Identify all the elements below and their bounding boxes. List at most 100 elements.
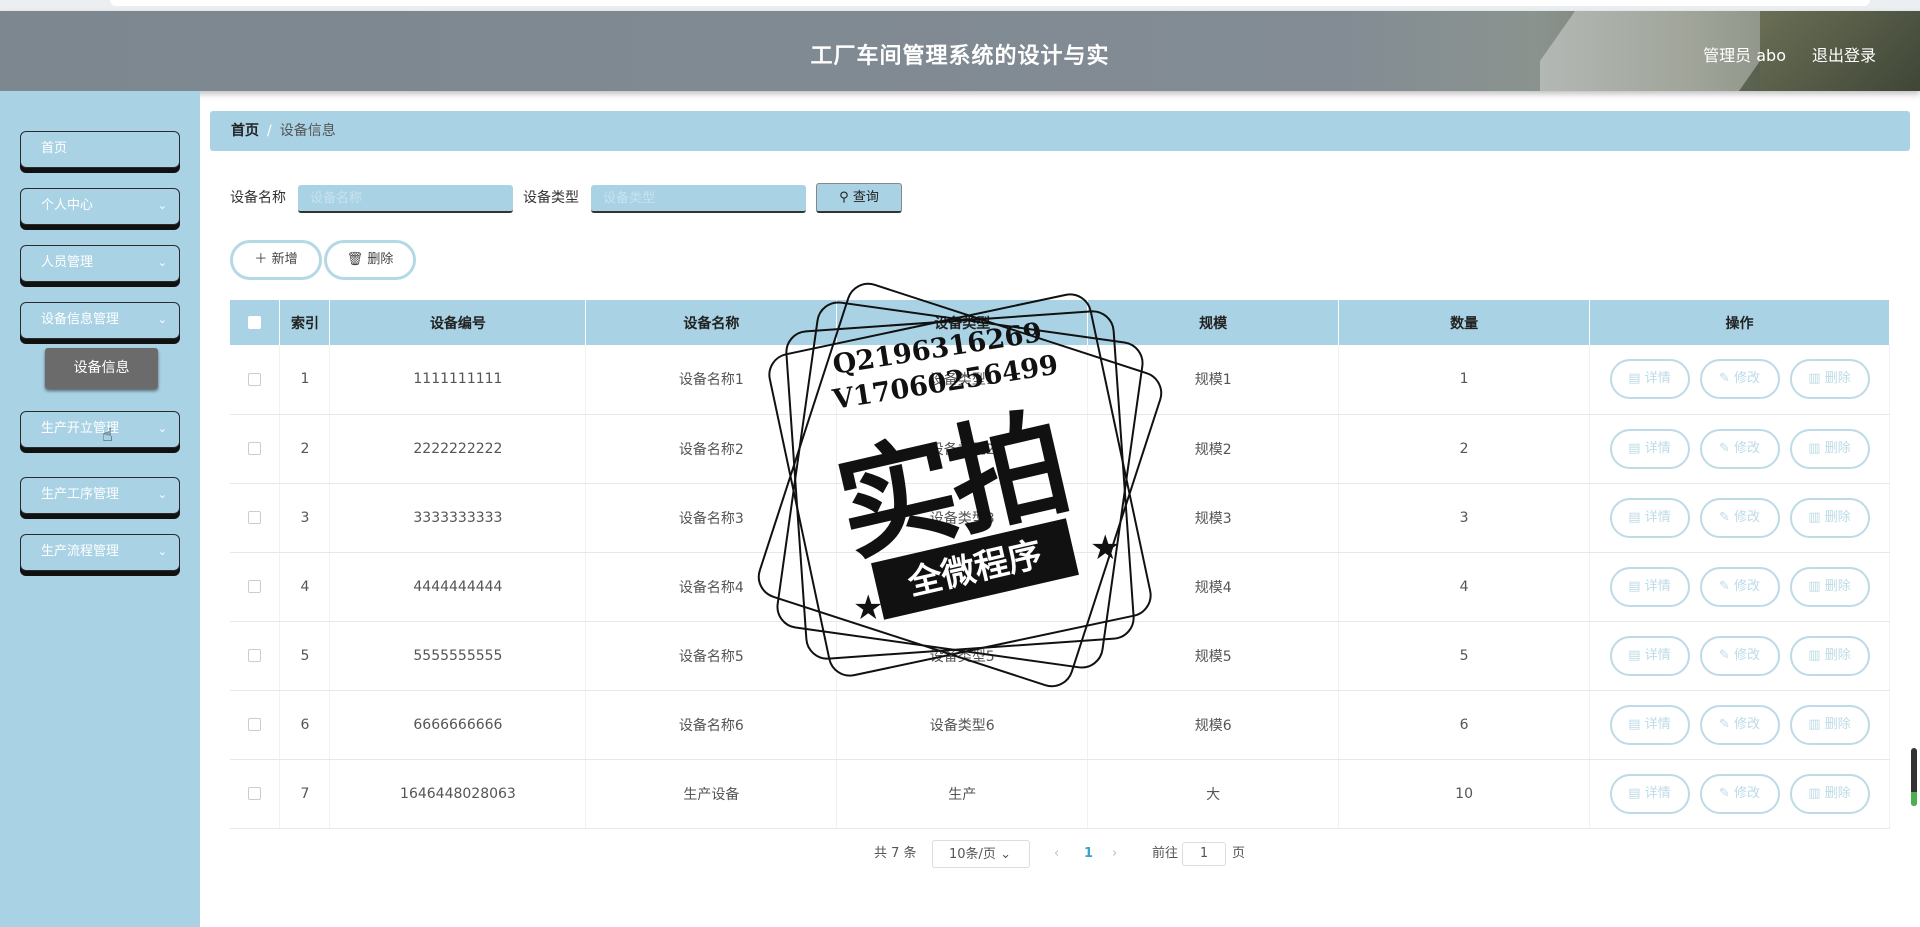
query-button[interactable]: ⚲ 查询 <box>816 183 902 213</box>
document-icon: ▤ <box>1628 509 1641 525</box>
column-header: 数量 <box>1338 300 1591 345</box>
trash-icon: ▥ <box>1808 371 1821 387</box>
sidebar-item-staff[interactable]: 人员管理 ⌄ <box>20 245 180 282</box>
add-button[interactable]: ＋ 新增 <box>230 240 322 280</box>
app-title: 工厂车间管理系统的设计与实 <box>810 44 1110 69</box>
delete-button[interactable]: ▥ 删除 <box>1789 566 1870 607</box>
delete-button[interactable]: ▥ 删除 <box>1789 635 1870 676</box>
sidebar-item-label: 首页 <box>41 141 68 156</box>
detail-button[interactable]: ▤ 详情 <box>1609 497 1690 538</box>
table-cell: 大 <box>1087 759 1340 829</box>
column-header: 设备类型 <box>836 300 1089 345</box>
table-row: 2 2222222222 设备名称2 设备类型2 规模2 2 ▤ 详情 ✎ 修改 ▥ 删除 <box>230 414 1890 484</box>
edit-button[interactable]: ✎ 修改 <box>1699 704 1780 745</box>
page-number-current[interactable]: 1 <box>1084 840 1093 868</box>
row-actions: ▤ 详情 ✎ 修改 ▥ 删除 <box>1589 483 1890 553</box>
table-row: 4 4444444444 设备名称4 设备类型4 规模4 4 ▤ 详情 ✎ 修改 ▥ 删除 <box>230 552 1890 622</box>
pencil-icon: ✎ <box>1718 371 1730 387</box>
edit-button[interactable]: ✎ 修改 <box>1699 635 1780 676</box>
delete-button[interactable]: ▥ 删除 <box>1789 704 1870 745</box>
edit-label: 修改 <box>1734 785 1761 801</box>
edit-label: 修改 <box>1734 509 1761 525</box>
row-checkbox[interactable] <box>248 649 262 662</box>
table-body: 1 1111111111 设备名称1 设备类型1 规模1 1 ▤ 详情 ✎ 修改 ▥ 删除 2 22… <box>230 345 1890 829</box>
sidebar-item-home[interactable]: 首页 <box>20 131 180 168</box>
page-size-select[interactable]: 10条/页 ⌄ <box>932 840 1030 868</box>
table-cell: 5 <box>1338 621 1591 691</box>
detail-button[interactable]: ▤ 详情 <box>1609 359 1690 400</box>
detail-button[interactable]: ▤ 详情 <box>1609 635 1690 676</box>
delete-button[interactable]: ▥ 删除 <box>1789 773 1870 814</box>
detail-button[interactable]: ▤ 详情 <box>1609 428 1690 469</box>
edit-button[interactable]: ✎ 修改 <box>1699 497 1780 538</box>
logout-link[interactable]: 退出登录 <box>1812 42 1876 66</box>
detail-button[interactable]: ▤ 详情 <box>1609 566 1690 607</box>
sidebar-item-production-process[interactable]: 生产工序管理 ⌄ <box>20 477 180 514</box>
table-cell: 3 <box>279 483 331 553</box>
edit-button[interactable]: ✎ 修改 <box>1699 359 1780 400</box>
table-cell: 设备名称3 <box>585 483 838 553</box>
batch-delete-button[interactable]: 🗑 删除 <box>324 240 416 280</box>
delete-button[interactable]: ▥ 删除 <box>1789 359 1870 400</box>
table-row: 5 5555555555 设备名称5 设备类型5 规模5 5 ▤ 详情 ✎ 修改 ▥ 删除 <box>230 621 1890 691</box>
row-checkbox[interactable] <box>248 580 262 593</box>
select-all-checkbox[interactable] <box>248 316 262 329</box>
table-cell: 设备类型1 <box>836 345 1089 415</box>
row-checkbox[interactable] <box>248 511 262 524</box>
delete-label: 删除 <box>1824 509 1851 525</box>
row-checkbox[interactable] <box>248 442 262 455</box>
next-page-icon[interactable]: › <box>1112 840 1117 868</box>
table-cell: 7 <box>279 759 331 829</box>
detail-button[interactable]: ▤ 详情 <box>1609 704 1690 745</box>
chevron-down-icon: ⌄ <box>157 313 167 326</box>
chevron-down-icon: ⌄ <box>157 545 167 558</box>
sidebar: 首页 个人中心 ⌄ 人员管理 ⌄ 设备信息管理 ⌄ 设备信息 生产开立管理 ⌄ 生产工序… <box>0 91 200 927</box>
table-row: 7 1646448028063 生产设备 生产大 10 ▤ 详情 ✎ 修改 ▥ 删除 <box>230 759 1890 829</box>
delete-button-label: 删除 <box>367 252 394 267</box>
column-header: 规模 <box>1087 300 1340 345</box>
sidebar-item-production-order[interactable]: 生产开立管理 ⌄ <box>20 411 180 448</box>
sidebar-item-production-flow[interactable]: 生产流程管理 ⌄ <box>20 534 180 571</box>
table-cell: 设备名称5 <box>585 621 838 691</box>
breadcrumb-home[interactable]: 首页 <box>231 123 259 139</box>
table-header-row: 索引 设备编号 设备名称 设备类型 规模 数量 操作 <box>230 300 1890 345</box>
query-button-label: 查询 <box>852 190 879 205</box>
edit-button[interactable]: ✎ 修改 <box>1699 566 1780 607</box>
edit-label: 修改 <box>1734 578 1761 594</box>
row-select-cell <box>230 621 281 691</box>
device-name-input[interactable] <box>298 185 513 213</box>
delete-label: 删除 <box>1824 371 1851 387</box>
detail-button[interactable]: ▤ 详情 <box>1609 773 1690 814</box>
delete-button[interactable]: ▥ 删除 <box>1789 497 1870 538</box>
trash-icon: ▥ <box>1808 647 1821 663</box>
app-header: 工厂车间管理系统的设计与实 管理员 abo 退出登录 <box>0 11 1920 91</box>
edit-button[interactable]: ✎ 修改 <box>1699 428 1780 469</box>
row-actions: ▤ 详情 ✎ 修改 ▥ 删除 <box>1589 414 1890 484</box>
device-type-label: 设备类型 <box>523 190 579 206</box>
row-select-cell <box>230 414 281 484</box>
goto-prefix: 前往 <box>1152 846 1179 861</box>
row-checkbox[interactable] <box>248 372 262 386</box>
scrollbar-marker <box>1911 792 1917 806</box>
breadcrumb-current: 设备信息 <box>279 123 336 139</box>
table-cell: 4444444444 <box>329 552 587 622</box>
row-actions: ▤ 详情 ✎ 修改 ▥ 删除 <box>1589 759 1890 829</box>
table-cell: 设备类型6 <box>836 690 1089 760</box>
document-icon: ▤ <box>1628 578 1641 594</box>
goto-page-input[interactable]: 1 <box>1182 842 1226 866</box>
sidebar-item-equipment[interactable]: 设备信息管理 ⌄ <box>20 302 180 339</box>
device-type-input[interactable] <box>591 185 806 213</box>
prev-page-icon[interactable]: ‹ <box>1054 840 1059 868</box>
row-checkbox[interactable] <box>248 787 262 800</box>
delete-button[interactable]: ▥ 删除 <box>1789 428 1870 469</box>
plus-icon: ＋ <box>254 252 268 267</box>
edit-label: 修改 <box>1734 440 1761 456</box>
delete-label: 删除 <box>1824 647 1851 663</box>
edit-button[interactable]: ✎ 修改 <box>1699 773 1780 814</box>
submenu-item-equipment-info[interactable]: 设备信息 <box>45 348 158 389</box>
pencil-icon: ✎ <box>1718 578 1730 594</box>
sidebar-item-personal-center[interactable]: 个人中心 ⌄ <box>20 188 180 225</box>
row-checkbox[interactable] <box>248 718 262 731</box>
pencil-icon: ✎ <box>1718 440 1730 456</box>
table-cell: 生产设备 <box>585 759 838 829</box>
